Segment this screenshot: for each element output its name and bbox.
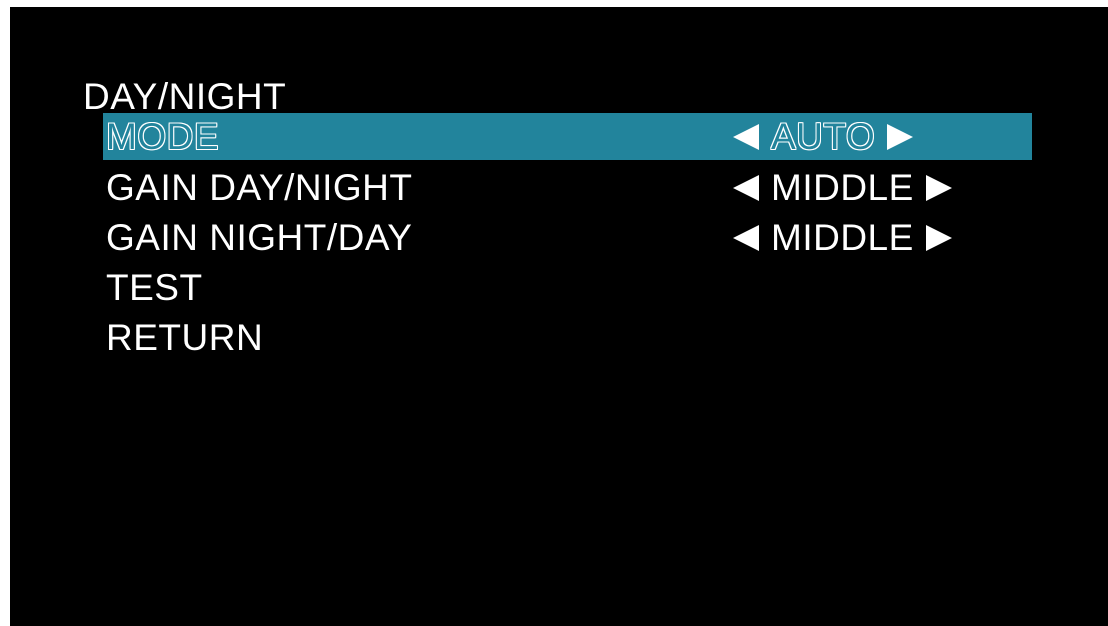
menu-title: DAY/NIGHT [83, 76, 287, 117]
triangle-right-icon[interactable] [925, 224, 952, 251]
menu-item-gain-night-day[interactable]: GAIN NIGHT/DAY MIDDLE [103, 214, 1032, 261]
triangle-right-icon[interactable] [887, 123, 914, 150]
triangle-right-icon[interactable] [925, 174, 952, 201]
menu-item-value[interactable]: AUTO [733, 113, 914, 160]
menu-item-label: TEST [106, 267, 203, 308]
osd-screen: DAY/NIGHT MODE AUTO GAIN DAY/NIGHT MIDDL… [10, 7, 1108, 626]
menu-item-label: GAIN NIGHT/DAY [106, 217, 413, 258]
menu-item-return[interactable]: RETURN [103, 314, 1032, 361]
menu-item-test[interactable]: TEST [103, 264, 1032, 311]
menu-item-label: RETURN [106, 317, 264, 358]
triangle-left-icon[interactable] [733, 224, 759, 251]
value-text: MIDDLE [771, 217, 914, 258]
value-text: AUTO [771, 116, 876, 157]
triangle-left-icon[interactable] [733, 123, 759, 150]
menu-item-label: GAIN DAY/NIGHT [106, 167, 413, 208]
menu-item-mode[interactable]: MODE AUTO [103, 113, 1032, 160]
menu-item-label: MODE [106, 116, 219, 157]
triangle-left-icon[interactable] [733, 174, 759, 201]
value-text: MIDDLE [771, 167, 914, 208]
menu-item-value[interactable]: MIDDLE [733, 214, 952, 261]
menu-item-gain-day-night[interactable]: GAIN DAY/NIGHT MIDDLE [103, 164, 1032, 211]
menu-item-value[interactable]: MIDDLE [733, 164, 952, 211]
